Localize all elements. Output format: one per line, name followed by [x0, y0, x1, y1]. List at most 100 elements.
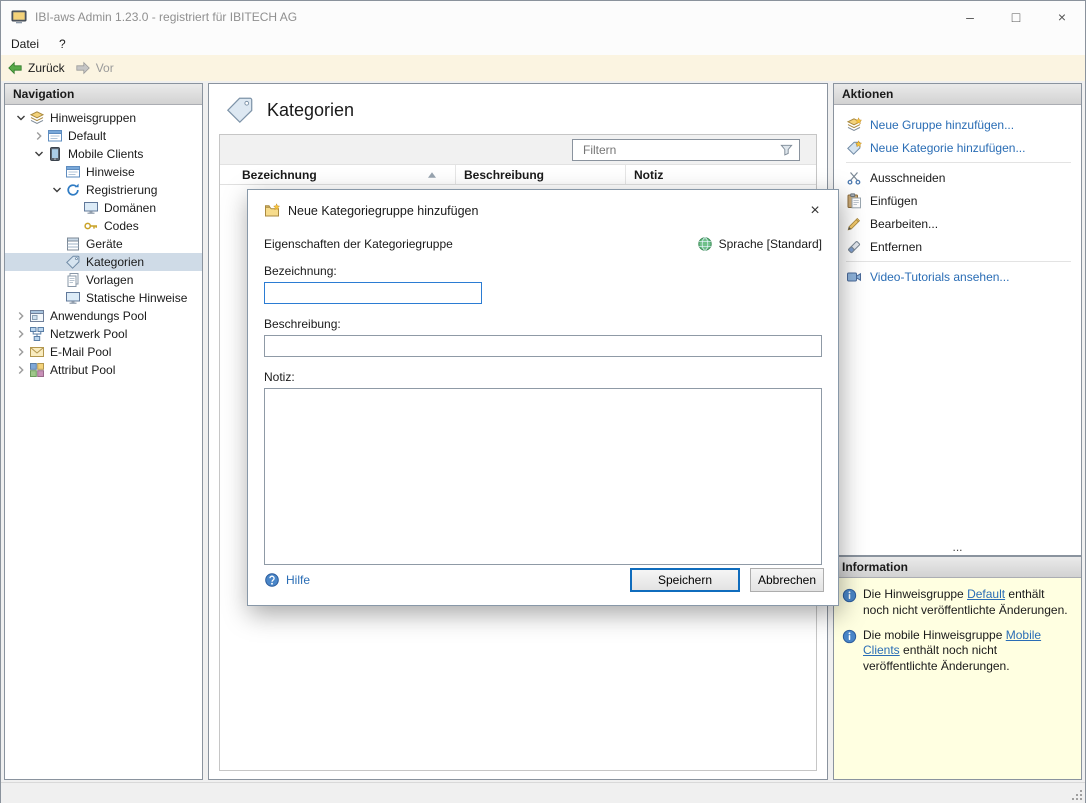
chevron-down-icon[interactable] [13, 110, 29, 126]
menu-item-help[interactable]: ? [49, 33, 76, 55]
column-label: Bezeichnung [242, 168, 317, 182]
forward-label: Vor [96, 61, 114, 75]
tree-item-label: Netzwerk Pool [50, 327, 127, 341]
navigation-tree: Hinweisgruppen Default Mobile Clients Hi… [5, 105, 202, 379]
filter-bar [220, 135, 816, 165]
tree-item-label: Registrierung [86, 183, 157, 197]
device-list-icon [65, 236, 81, 252]
chevron-right-icon[interactable] [13, 326, 29, 342]
close-button[interactable]: × [1039, 1, 1085, 33]
chevron-right-icon[interactable] [13, 308, 29, 324]
column-header-notiz[interactable]: Notiz [626, 165, 816, 184]
tree-item-label: Hinweisgruppen [50, 111, 136, 125]
notice-window-icon [47, 128, 63, 144]
action-new-group[interactable]: Neue Gruppe hinzufügen... [846, 113, 1081, 136]
attributes-grid-icon [29, 362, 45, 378]
action-label: Neue Kategorie hinzufügen... [870, 141, 1025, 155]
separator [846, 162, 1071, 163]
globe-icon [697, 236, 713, 252]
info-text-pre: Die Hinweisgruppe [863, 587, 967, 601]
dialog-body: Eigenschaften der Kategoriegruppe Sprach… [248, 222, 838, 565]
tree-item-label: E-Mail Pool [50, 345, 111, 359]
info-icon [842, 588, 857, 603]
tree-item-geraete[interactable]: Geräte [5, 235, 202, 253]
dialog-close-button[interactable]: × [800, 200, 830, 222]
toolbar: Zurück Vor [1, 55, 1085, 81]
action-cut[interactable]: Ausschneiden [846, 166, 1081, 189]
menu-item-datei[interactable]: Datei [1, 33, 49, 55]
tree-item-domaenen[interactable]: Domänen [5, 199, 202, 217]
cancel-button[interactable]: Abbrechen [750, 568, 824, 592]
table-header: Bezeichnung Beschreibung Notiz [220, 165, 816, 185]
new-folder-icon [264, 203, 280, 219]
minimize-button[interactable]: – [947, 1, 993, 33]
tree-item-e-mail-pool[interactable]: E-Mail Pool [5, 343, 202, 361]
tree-item-label: Kategorien [86, 255, 144, 269]
tree-item-codes[interactable]: Codes [5, 217, 202, 235]
page-title: Kategorien [267, 100, 354, 121]
action-new-category[interactable]: Neue Kategorie hinzufügen... [846, 136, 1081, 159]
action-label: Einfügen [870, 194, 917, 208]
info-text: Die Hinweisgruppe Default enthält noch n… [863, 587, 1073, 619]
note-label: Notiz: [264, 370, 822, 384]
dialog-footer: Hilfe Speichern Abbrechen [264, 568, 824, 592]
tree-item-label: Geräte [86, 237, 123, 251]
column-label: Notiz [634, 168, 663, 182]
tree-item-hinweise[interactable]: Hinweise [5, 163, 202, 181]
description-input[interactable] [264, 335, 822, 357]
new-group-icon [846, 117, 862, 133]
column-header-bezeichnung[interactable]: Bezeichnung [220, 165, 456, 184]
tree-item-netzwerk-pool[interactable]: Netzwerk Pool [5, 325, 202, 343]
tree-item-default[interactable]: Default [5, 127, 202, 145]
save-button[interactable]: Speichern [630, 568, 740, 592]
action-video-tutorials[interactable]: Video-Tutorials ansehen... [846, 265, 1081, 288]
filter-input[interactable] [573, 140, 779, 160]
chevron-right-icon[interactable] [13, 344, 29, 360]
tree-item-registrierung[interactable]: Registrierung [5, 181, 202, 199]
tree-item-kategorien[interactable]: Kategorien [5, 253, 202, 271]
forward-arrow-icon [75, 60, 91, 76]
info-text: Die mobile Hinweisgruppe Mobile Clients … [863, 628, 1073, 675]
tree-item-label: Anwendungs Pool [50, 309, 147, 323]
forward-button[interactable]: Vor [75, 60, 114, 76]
navigation-panel-header: Navigation [5, 84, 202, 105]
action-edit[interactable]: Bearbeiten... [846, 212, 1081, 235]
maximize-button[interactable]: □ [993, 1, 1039, 33]
name-input[interactable] [264, 282, 482, 304]
scissors-icon [846, 170, 862, 186]
note-textarea[interactable] [264, 388, 822, 565]
tree-item-mobile-clients[interactable]: Mobile Clients [5, 145, 202, 163]
separator [846, 261, 1071, 262]
dialog-section-label: Eigenschaften der Kategoriegruppe [264, 237, 453, 251]
language-selector[interactable]: Sprache [Standard] [697, 236, 822, 252]
column-header-beschreibung[interactable]: Beschreibung [456, 165, 626, 184]
actions-panel: Aktionen Neue Gruppe hinzufügen... Neue … [833, 83, 1082, 556]
chevron-right-icon[interactable] [31, 128, 47, 144]
back-button[interactable]: Zurück [7, 60, 65, 76]
monitor-icon [65, 290, 81, 306]
tree-item-hinweisgruppen[interactable]: Hinweisgruppen [5, 109, 202, 127]
action-paste[interactable]: Einfügen [846, 189, 1081, 212]
dialog-title: Neue Kategoriegruppe hinzufügen [288, 204, 478, 218]
help-link[interactable]: Hilfe [264, 572, 310, 588]
tree-item-attribut-pool[interactable]: Attribut Pool [5, 361, 202, 379]
sort-ascending-icon [427, 171, 437, 179]
tree-item-vorlagen[interactable]: Vorlagen [5, 271, 202, 289]
tag-icon [65, 254, 81, 270]
resize-grip[interactable] [1071, 789, 1083, 801]
clipboard-icon [846, 193, 862, 209]
actions-panel-header: Aktionen [834, 84, 1081, 105]
note-field-group: Notiz: [264, 370, 822, 565]
filter-funnel-icon[interactable] [779, 142, 794, 157]
tree-item-label: Mobile Clients [68, 147, 143, 161]
action-remove[interactable]: Entfernen [846, 235, 1081, 258]
chevron-down-icon[interactable] [49, 182, 65, 198]
tree-item-anwendungs-pool[interactable]: Anwendungs Pool [5, 307, 202, 325]
tree-item-label: Attribut Pool [50, 363, 115, 377]
navigation-panel: Navigation Hinweisgruppen Default Mobile… [4, 83, 203, 780]
chevron-down-icon[interactable] [31, 146, 47, 162]
tree-item-statische-hinweise[interactable]: Statische Hinweise [5, 289, 202, 307]
info-link-default[interactable]: Default [967, 587, 1005, 601]
action-label: Bearbeiten... [870, 217, 938, 231]
chevron-right-icon[interactable] [13, 362, 29, 378]
